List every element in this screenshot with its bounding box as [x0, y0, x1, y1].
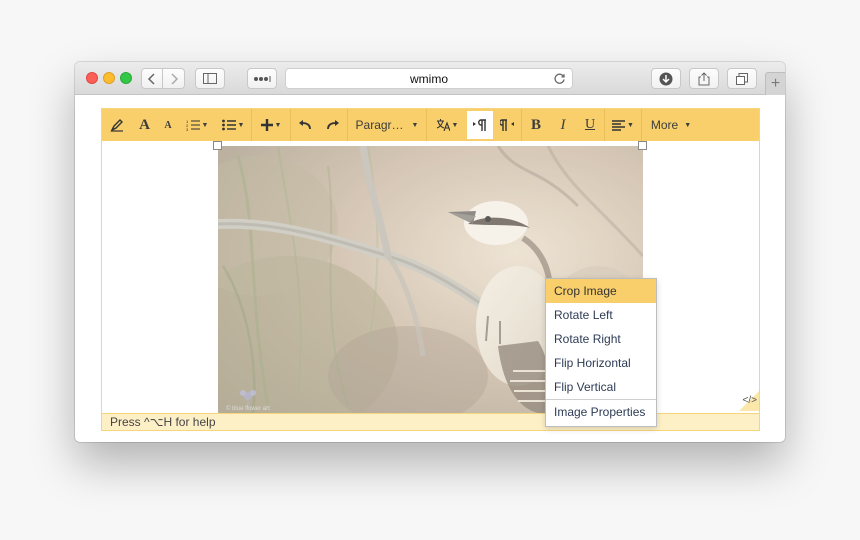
share-button[interactable] [689, 68, 719, 89]
bold-button[interactable]: B [522, 111, 550, 139]
chevron-left-icon [147, 72, 155, 85]
font-size-decrease-button[interactable]: A [157, 111, 179, 139]
menu-item-crop-image[interactable]: Crop Image [546, 279, 656, 303]
reload-button[interactable] [553, 72, 566, 88]
align-button[interactable]: ▼ [605, 111, 641, 139]
close-window-button[interactable] [86, 72, 98, 84]
more-button[interactable]: More ▼ [642, 111, 700, 139]
rtl-direction-button[interactable] [493, 111, 521, 139]
insert-button[interactable]: ▼ [252, 111, 290, 139]
menu-item-flip-horizontal[interactable]: Flip Horizontal [546, 351, 656, 375]
italic-button[interactable]: I [550, 111, 576, 139]
highlighter-button[interactable] [102, 111, 132, 139]
bullet-list-icon [221, 119, 236, 131]
underline-button[interactable]: U [576, 111, 604, 139]
address-text: wmimo [410, 71, 448, 86]
extensions-button[interactable] [247, 68, 277, 89]
numbered-list-button[interactable]: 123 ▼ [179, 111, 215, 139]
title-bar: wmimo + [75, 62, 785, 95]
plus-icon [260, 119, 273, 131]
undo-button[interactable] [291, 111, 319, 139]
align-left-icon [612, 119, 626, 131]
font-size-increase-button[interactable]: A [132, 111, 157, 139]
rich-text-editor: A A 123 ▼ ▼ ▼ Paragr… ▼ ▼ B I U ▼ More ▼… [101, 108, 760, 431]
caret-down-icon: ▼ [627, 121, 634, 129]
tabs-icon [736, 72, 748, 85]
zoom-window-button[interactable] [120, 72, 132, 84]
reload-icon [554, 73, 565, 84]
editor-toolbar: A A 123 ▼ ▼ ▼ Paragr… ▼ ▼ B I U ▼ More ▼ [102, 109, 759, 141]
more-label: More [650, 118, 679, 132]
caret-down-icon: ▼ [684, 121, 692, 129]
back-button[interactable] [141, 68, 163, 89]
translate-button[interactable]: ▼ [427, 111, 467, 139]
bullet-list-button[interactable]: ▼ [215, 111, 251, 139]
redo-icon [327, 120, 339, 130]
paragraph-format-dropdown[interactable]: Paragr… ▼ [348, 111, 426, 139]
menu-item-rotate-right[interactable]: Rotate Right [546, 327, 656, 351]
resize-handle-top-right[interactable] [638, 141, 647, 150]
paragraph-rtl-icon [500, 119, 514, 131]
show-tabs-button[interactable] [727, 68, 757, 89]
svg-text:3: 3 [186, 127, 189, 131]
status-bar: Press ^⌥H for help [102, 413, 759, 430]
redo-button[interactable] [319, 111, 347, 139]
ltr-direction-button[interactable] [467, 111, 493, 139]
menu-item-flip-vertical[interactable]: Flip Vertical [546, 375, 656, 399]
image-watermark: © blue flower art [226, 405, 270, 412]
chevron-right-icon [170, 72, 178, 85]
numbered-list-icon: 123 [186, 119, 200, 131]
highlighter-icon [110, 119, 123, 132]
code-view-button[interactable]: </> [743, 395, 757, 406]
caret-down-icon: ▼ [237, 121, 245, 129]
downloads-button[interactable] [651, 68, 681, 89]
caret-down-icon: ▼ [411, 121, 419, 129]
sidebar-icon [203, 73, 217, 84]
browser-window: wmimo + A A 123 ▼ ▼ ▼ Paragr… ▼ ▼ B I U … [75, 62, 785, 442]
paragraph-format-label: Paragr… [355, 118, 404, 132]
new-tab-button[interactable]: + [765, 72, 785, 95]
minimize-window-button[interactable] [103, 72, 115, 84]
caret-down-icon: ▼ [451, 121, 459, 129]
caret-down-icon: ▼ [274, 121, 282, 129]
help-hint: Press ^⌥H for help [110, 415, 216, 429]
undo-icon [299, 120, 311, 130]
translate-icon [436, 119, 450, 131]
menu-item-rotate-left[interactable]: Rotate Left [546, 303, 656, 327]
menu-item-image-properties[interactable]: Image Properties [546, 400, 656, 424]
paragraph-ltr-icon [473, 119, 486, 131]
sidebar-toggle-button[interactable] [195, 68, 225, 89]
ellipsis-icon [254, 75, 271, 82]
image-context-menu: Crop Image Rotate Left Rotate Right Flip… [545, 278, 657, 427]
address-bar[interactable]: wmimo [285, 68, 573, 89]
share-icon [698, 71, 710, 85]
caret-down-icon: ▼ [201, 121, 209, 129]
resize-handle-top-left[interactable] [213, 141, 222, 150]
forward-button[interactable] [163, 68, 185, 89]
download-icon [659, 72, 673, 85]
